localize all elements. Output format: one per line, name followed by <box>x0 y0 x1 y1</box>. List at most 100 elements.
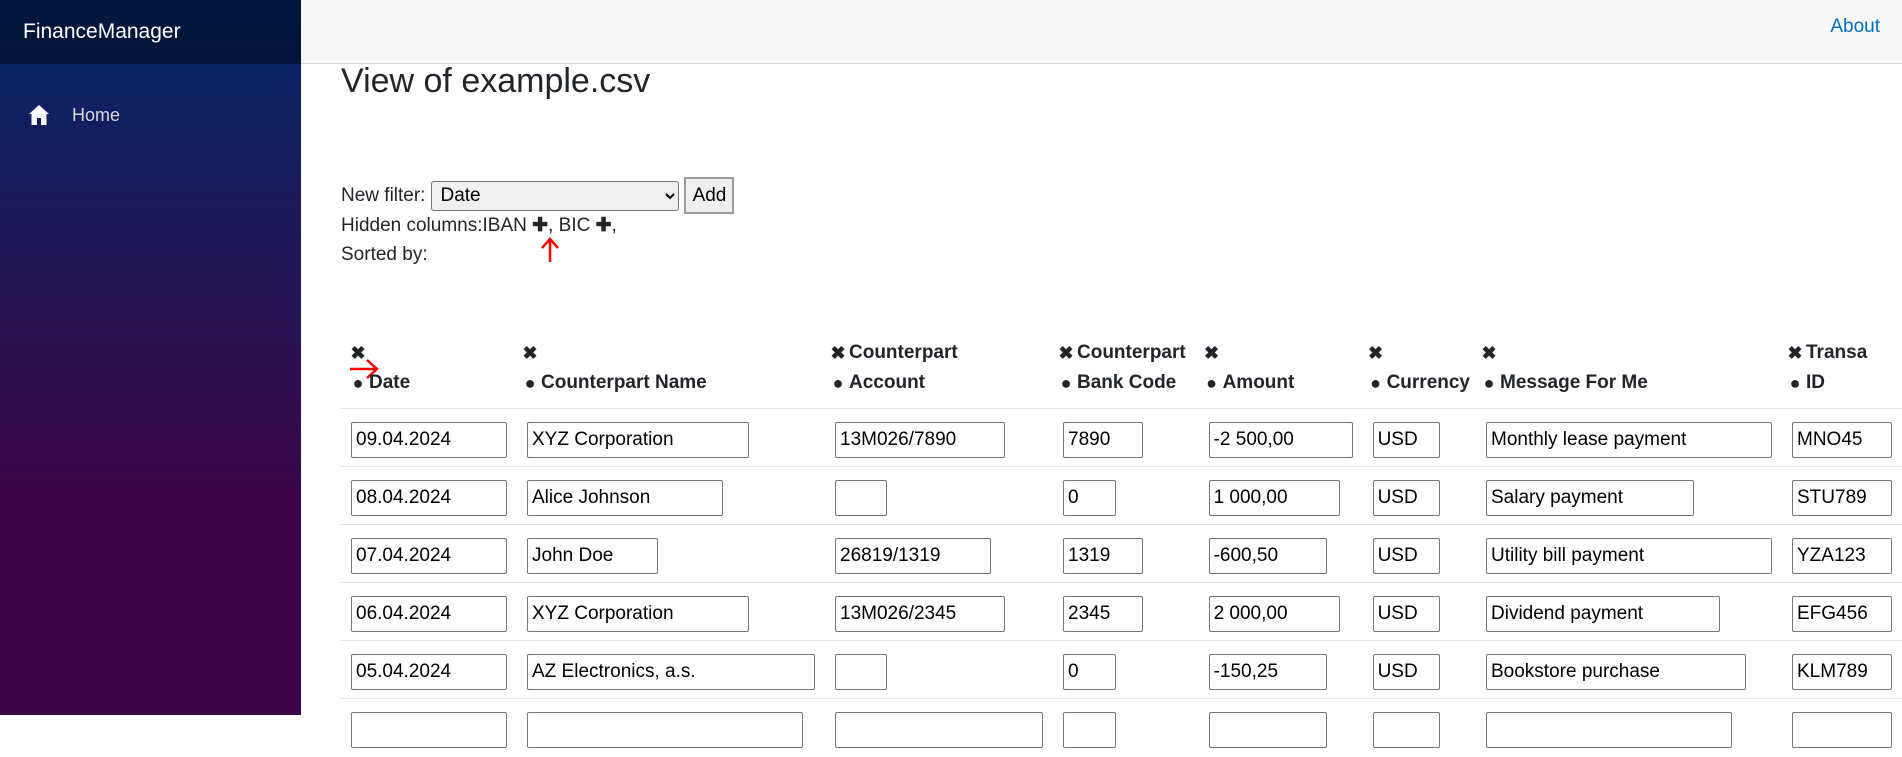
message-input[interactable] <box>1486 653 1746 690</box>
sort-column-dot-icon[interactable]: ● <box>1790 368 1801 398</box>
remove-column-x-icon[interactable]: ✖ <box>1058 338 1073 368</box>
date-input[interactable] <box>351 653 507 690</box>
date-input[interactable] <box>351 711 507 748</box>
column-label-line1: Counterpart <box>849 342 958 363</box>
date-input[interactable] <box>351 595 507 632</box>
remove-column-x-icon[interactable]: ✖ <box>350 338 365 368</box>
table-row <box>341 582 1902 641</box>
hidden-column-iban: IBAN <box>482 215 527 236</box>
transaction-id-input[interactable] <box>1792 479 1892 516</box>
sort-column-dot-icon[interactable]: ● <box>1206 368 1217 398</box>
table-header-row: ✖ ● Date ✖ ● Counterpart Name ✖ ● Counterpa… <box>341 338 1902 409</box>
counterpart-name-input[interactable] <box>527 537 658 574</box>
counterpart-name-input[interactable] <box>527 711 803 748</box>
sort-column-dot-icon[interactable]: ● <box>353 368 364 398</box>
date-input[interactable] <box>351 421 507 458</box>
column-header: ✖ ● Message For Me <box>1476 338 1782 409</box>
remove-column-x-icon[interactable]: ✖ <box>830 338 845 368</box>
table-row-partial <box>341 698 1902 757</box>
transaction-id-input[interactable] <box>1792 653 1892 690</box>
transaction-id-input[interactable] <box>1792 595 1892 632</box>
column-header: ✖ ● Counterpart Bank Code <box>1053 338 1199 409</box>
counterpart-name-input[interactable] <box>527 421 749 458</box>
column-header: ✖ ● Currency <box>1363 338 1476 409</box>
message-input[interactable] <box>1486 595 1720 632</box>
filter-row: New filter: Date Add <box>341 177 735 214</box>
remove-column-x-icon[interactable]: ✖ <box>1787 338 1802 368</box>
hidden-columns-row: Hidden columns:IBAN ✚, BIC ✚, <box>341 215 617 236</box>
column-header: ✖ ● Counterpart Account <box>825 338 1053 409</box>
bank-code-input[interactable] <box>1063 711 1116 748</box>
column-label: Bank Code <box>1077 372 1177 393</box>
date-input[interactable] <box>351 479 507 516</box>
page-title: View of example.csv <box>341 62 651 100</box>
amount-input[interactable] <box>1208 653 1327 690</box>
remove-column-x-icon[interactable]: ✖ <box>522 338 537 368</box>
amount-input[interactable] <box>1208 421 1353 458</box>
transaction-id-input[interactable] <box>1792 537 1892 574</box>
bank-code-input[interactable] <box>1063 479 1116 516</box>
counterpart-account-input[interactable] <box>835 595 1005 632</box>
column-label: Account <box>849 372 925 393</box>
counterpart-account-input[interactable] <box>835 479 887 516</box>
counterpart-name-input[interactable] <box>527 595 749 632</box>
transaction-id-input[interactable] <box>1792 421 1892 458</box>
currency-input[interactable] <box>1372 537 1440 574</box>
currency-input[interactable] <box>1372 653 1440 690</box>
transactions-table: ✖ ● Date ✖ ● Counterpart Name ✖ ● Counterpa… <box>341 338 1902 757</box>
counterpart-name-input[interactable] <box>527 479 723 516</box>
transaction-id-input[interactable] <box>1792 711 1892 748</box>
sidebar: FinanceManager Home <box>0 0 301 715</box>
show-bic-plus-icon[interactable]: ✚ <box>596 215 612 236</box>
message-input[interactable] <box>1486 537 1772 574</box>
currency-input[interactable] <box>1372 421 1440 458</box>
hidden-column-bic: BIC <box>558 215 591 236</box>
sort-column-dot-icon[interactable]: ● <box>1484 368 1495 398</box>
sort-column-dot-icon[interactable]: ● <box>833 368 844 398</box>
show-iban-plus-icon[interactable]: ✚ <box>532 215 548 236</box>
amount-input[interactable] <box>1208 595 1340 632</box>
sorted-by-label: Sorted by: <box>341 244 428 265</box>
message-input[interactable] <box>1486 711 1732 748</box>
bank-code-input[interactable] <box>1063 595 1143 632</box>
amount-input[interactable] <box>1208 479 1340 516</box>
sidebar-item-home[interactable]: Home <box>16 97 285 133</box>
message-input[interactable] <box>1486 421 1772 458</box>
counterpart-account-input[interactable] <box>835 711 1043 748</box>
currency-input[interactable] <box>1372 479 1440 516</box>
counterpart-name-input[interactable] <box>527 653 815 690</box>
table-row <box>341 640 1902 699</box>
brand-title[interactable]: FinanceManager <box>0 0 301 64</box>
bank-code-input[interactable] <box>1063 421 1143 458</box>
remove-column-x-icon[interactable]: ✖ <box>1481 338 1496 368</box>
column-label: ID <box>1806 372 1825 393</box>
sidebar-item-label: Home <box>72 104 121 125</box>
arrow-up-indicator-icon <box>541 237 559 262</box>
amount-input[interactable] <box>1208 537 1327 574</box>
currency-input[interactable] <box>1372 711 1440 748</box>
remove-column-x-icon[interactable]: ✖ <box>1204 338 1219 368</box>
table-row <box>341 466 1902 525</box>
amount-input[interactable] <box>1208 711 1327 748</box>
bank-code-input[interactable] <box>1063 537 1143 574</box>
date-input[interactable] <box>351 537 507 574</box>
counterpart-account-input[interactable] <box>835 653 887 690</box>
column-label: Amount <box>1222 372 1295 393</box>
currency-input[interactable] <box>1372 595 1440 632</box>
column-header: ✖ ● Amount <box>1199 338 1363 409</box>
bank-code-input[interactable] <box>1063 653 1116 690</box>
add-filter-button[interactable]: Add <box>684 177 735 214</box>
counterpart-account-input[interactable] <box>835 421 1005 458</box>
column-label-line1: Counterpart <box>1077 342 1186 363</box>
filter-select[interactable]: Date <box>431 180 680 211</box>
filter-label: New filter: <box>341 184 426 206</box>
column-label: Date <box>369 372 411 393</box>
counterpart-account-input[interactable] <box>835 537 991 574</box>
sort-column-dot-icon[interactable]: ● <box>525 368 536 398</box>
sort-column-dot-icon[interactable]: ● <box>1370 368 1381 398</box>
remove-column-x-icon[interactable]: ✖ <box>1368 338 1383 368</box>
message-input[interactable] <box>1486 479 1694 516</box>
sort-column-dot-icon[interactable]: ● <box>1061 368 1072 398</box>
column-label-line1: Transa <box>1806 342 1868 363</box>
main-content: View of example.csv New filter: Date Add… <box>341 0 1902 757</box>
